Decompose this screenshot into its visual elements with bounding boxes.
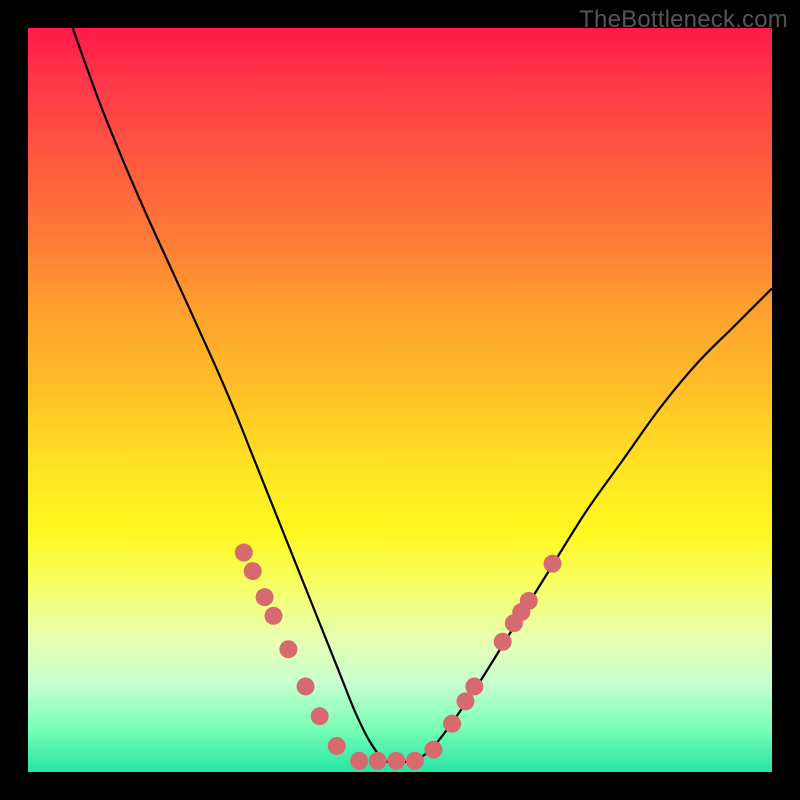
data-point [311,707,329,725]
data-point [256,588,274,606]
data-point [387,752,405,770]
data-point [279,640,297,658]
watermark-text: TheBottleneck.com [579,6,788,34]
data-point [235,544,253,562]
data-point [443,715,461,733]
data-point [494,633,512,651]
data-point [350,752,368,770]
data-point [544,555,562,573]
chart-plot-area [28,28,772,772]
data-point [369,752,387,770]
data-point [328,737,346,755]
data-point [406,752,424,770]
bottleneck-curve [73,28,772,762]
data-point [297,677,315,695]
data-point [424,741,442,759]
data-point [520,592,538,610]
data-point [465,677,483,695]
data-point [244,562,262,580]
chart-svg [28,28,772,772]
data-point [265,607,283,625]
